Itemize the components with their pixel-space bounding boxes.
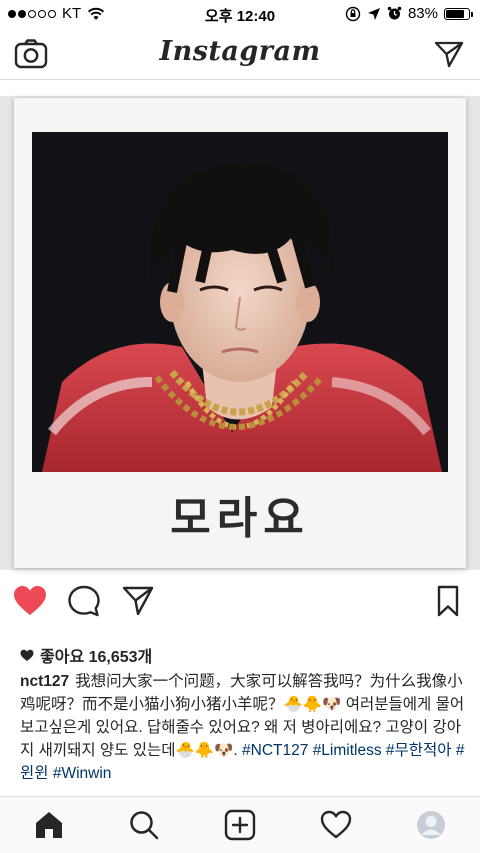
bookmark-icon[interactable] xyxy=(430,584,466,618)
post-image[interactable]: 모라요 xyxy=(0,96,480,570)
polaroid-frame: 모라요 xyxy=(14,98,466,568)
like-heart-icon[interactable] xyxy=(12,584,48,618)
share-icon[interactable] xyxy=(120,584,156,618)
heart-icon[interactable] xyxy=(319,809,353,841)
home-icon[interactable] xyxy=(32,809,66,841)
location-arrow-icon xyxy=(367,7,380,20)
likes-label: 좋아요 16,653개 xyxy=(40,649,153,666)
post-caption: nct127 我想问大家一个问题，大家可以解答我吗？为什么我像小鸡呢呀？而不是小猫… xyxy=(20,670,465,785)
app-header: Instagram xyxy=(0,28,480,80)
search-icon[interactable] xyxy=(127,809,161,841)
paper-plane-icon[interactable] xyxy=(434,40,464,68)
battery-icon xyxy=(444,7,473,20)
heart-icon xyxy=(20,649,34,661)
likes-count[interactable]: 좋아요 16,653개 xyxy=(20,643,152,667)
portrait-photo xyxy=(32,132,448,472)
comment-icon[interactable] xyxy=(66,584,102,618)
status-bar: KT 오후 12:40 83% xyxy=(0,0,480,28)
app-logo: Instagram xyxy=(159,36,321,67)
rotation-lock-icon xyxy=(345,6,361,21)
portrait-illustration xyxy=(32,132,448,472)
image-caption-text: 모라요 xyxy=(170,493,310,544)
alarm-icon xyxy=(387,6,402,20)
bottom-tab-bar xyxy=(0,796,480,853)
battery-percent: 83% xyxy=(407,5,438,22)
post-actions xyxy=(0,580,480,624)
profile-avatar[interactable] xyxy=(414,809,448,841)
add-icon[interactable] xyxy=(223,809,257,841)
status-right: 83% xyxy=(345,5,473,22)
username-link[interactable]: nct127 xyxy=(20,673,69,690)
